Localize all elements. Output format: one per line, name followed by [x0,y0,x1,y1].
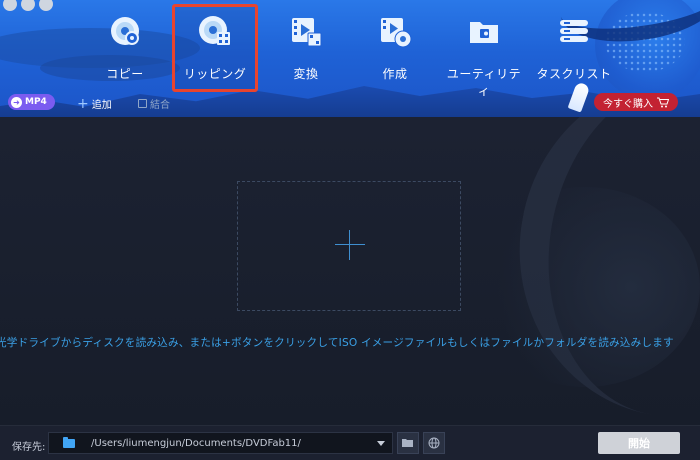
disc-create-icon [381,18,412,48]
output-path-dropdown[interactable]: /Users/liumengjun/Documents/DVDFab11/ [48,432,393,454]
main-content-area: 光学ドライブからディスクを読み込み、または+ボタンをクリックしてISO イメージ… [0,117,700,425]
add-button[interactable]: + 追加 [77,95,112,112]
load-source-hint: 光学ドライブからディスクを読み込み、または+ボタンをクリックしてISO イメージ… [0,337,674,349]
window-zoom-button[interactable] [39,0,53,11]
upload-destination-button[interactable] [423,432,445,454]
cart-icon [657,97,669,107]
nav-item-copy[interactable]: コピー [87,14,163,86]
nav-active-indicator [180,0,250,3]
nav-label-create: 作成 [382,67,408,81]
nav-item-ripping[interactable]: リッピング [177,14,253,86]
folder-icon [63,436,75,448]
nav-label-tasks: タスクリスト [536,67,612,81]
nav-label-convert: 変換 [293,67,319,81]
open-folder-icon [402,439,413,447]
browse-folder-button[interactable] [397,432,419,454]
globe-icon [428,437,440,449]
header: コピー リッピング 変換 作成 ユーティリティ タスクリスト ➜ MP4 + 追… [0,0,700,117]
nav-label-ripping: リッピング [183,67,247,81]
nav-item-convert[interactable]: 変換 [268,14,344,86]
toolbox-icon [470,22,498,43]
add-source-plus-icon[interactable] [349,230,350,260]
buy-now-label: 今すぐ購入 [603,98,653,110]
footer-bar: 保存先: /Users/liumengjun/Documents/DVDFab1… [0,425,700,460]
add-label: 追加 [91,100,112,111]
plus-icon: + [77,95,89,112]
window-minimize-button[interactable] [21,0,35,11]
nav-label-copy: コピー [106,67,144,81]
window-close-button[interactable] [3,0,17,11]
disc-ripping-icon [199,16,230,45]
disc-copy-icon [111,17,139,45]
merge-icon [138,99,147,108]
task-list-icon [560,20,588,42]
nav-item-utility[interactable]: ユーティリティ [446,14,522,98]
output-format-button[interactable]: ➜ MP4 [8,94,55,110]
output-path-value: /Users/liumengjun/Documents/DVDFab11/ [91,437,301,449]
save-to-label: 保存先: [12,442,46,453]
arrow-right-icon: ➜ [11,96,22,108]
buy-now-button[interactable]: 今すぐ購入 [594,93,678,111]
add-source-plus-icon[interactable] [335,244,365,245]
merge-label: 結合 [150,100,170,111]
nav-label-utility: ユーティリティ [446,67,522,98]
output-format-label: MP4 [25,97,47,107]
nav-item-tasks[interactable]: タスクリスト [536,14,612,86]
chevron-down-icon[interactable] [377,441,385,446]
merge-button[interactable]: 結合 [138,96,170,111]
video-convert-icon [292,18,322,47]
nav-item-create[interactable]: 作成 [357,14,433,86]
background-glow-decoration [470,187,700,387]
start-button[interactable]: 開始 [598,432,680,454]
